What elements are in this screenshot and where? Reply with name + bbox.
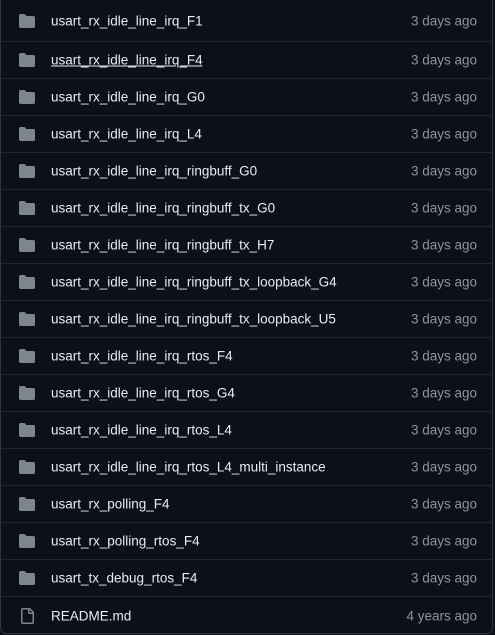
folder-link[interactable]: usart_rx_idle_line_irq_rtos_L4 <box>51 423 232 438</box>
folder-icon <box>19 533 35 549</box>
folder-link[interactable]: usart_tx_debug_rtos_F4 <box>51 571 197 586</box>
folder-row[interactable]: usart_rx_idle_line_irq_ringbuff_tx_loopb… <box>1 263 492 300</box>
folder-link[interactable]: usart_rx_idle_line_irq_ringbuff_tx_G0 <box>51 201 275 216</box>
folder-icon <box>19 89 35 105</box>
commit-age: 3 days ago <box>410 126 477 142</box>
commit-age: 3 days ago <box>410 348 477 364</box>
folder-row[interactable]: usart_rx_idle_line_irq_ringbuff_tx_loopb… <box>1 300 492 337</box>
commit-age: 3 days ago <box>410 385 477 401</box>
commit-age: 3 days ago <box>410 459 477 475</box>
commit-age: 3 days ago <box>410 52 477 68</box>
commit-age: 3 days ago <box>410 570 477 586</box>
folder-icon <box>19 311 35 327</box>
folder-row[interactable]: usart_rx_idle_line_irq_F1 3 days ago <box>1 0 492 41</box>
commit-age: 3 days ago <box>410 237 477 253</box>
folder-row[interactable]: usart_rx_idle_line_irq_rtos_L4_multi_ins… <box>1 448 492 485</box>
folder-icon <box>19 13 35 29</box>
folder-row[interactable]: usart_rx_idle_line_irq_G0 3 days ago <box>1 78 492 115</box>
folder-icon <box>19 126 35 142</box>
folder-row[interactable]: usart_rx_idle_line_irq_ringbuff_G0 3 days… <box>1 152 492 189</box>
folder-icon <box>19 459 35 475</box>
folder-row[interactable]: usart_rx_idle_line_irq_L4 3 days ago <box>1 115 492 152</box>
commit-age: 3 days ago <box>410 200 477 216</box>
commit-age: 3 days ago <box>410 13 477 28</box>
folder-icon <box>19 163 35 179</box>
commit-age: 3 days ago <box>410 422 477 438</box>
folder-icon <box>19 274 35 290</box>
folder-link[interactable]: usart_rx_polling_rtos_F4 <box>51 534 200 549</box>
folder-icon <box>19 496 35 512</box>
file-link[interactable]: README.md <box>51 608 131 623</box>
folder-row[interactable]: usart_rx_idle_line_irq_ringbuff_tx_G0 3 d… <box>1 189 492 226</box>
file-list: usart_rx_idle_line_irq_F1 3 days ago usart… <box>0 0 493 634</box>
commit-age: 3 days ago <box>410 496 477 512</box>
folder-row[interactable]: usart_rx_idle_line_irq_F4 3 days ago <box>1 41 492 78</box>
commit-age: 3 days ago <box>410 89 477 105</box>
commit-age: 3 days ago <box>410 311 477 327</box>
folder-icon <box>19 422 35 438</box>
folder-link[interactable]: usart_rx_idle_line_irq_rtos_F4 <box>51 349 233 364</box>
folder-icon <box>19 385 35 401</box>
folder-link[interactable]: usart_rx_idle_line_irq_ringbuff_tx_loopb… <box>51 275 337 290</box>
folder-icon <box>19 570 35 586</box>
folder-link[interactable]: usart_rx_idle_line_irq_L4 <box>51 127 202 142</box>
commit-age: 3 days ago <box>410 163 477 179</box>
commit-age: 3 days ago <box>410 533 477 549</box>
folder-link[interactable]: usart_rx_idle_line_irq_F4 <box>51 53 203 68</box>
folder-row[interactable]: usart_rx_idle_line_irq_rtos_F4 3 days ago <box>1 337 492 374</box>
folder-link[interactable]: usart_rx_idle_line_irq_ringbuff_G0 <box>51 164 257 179</box>
file-icon <box>19 607 35 624</box>
folder-row[interactable]: usart_rx_polling_rtos_F4 3 days ago <box>1 522 492 559</box>
folder-row[interactable]: usart_rx_idle_line_irq_ringbuff_tx_H7 3 d… <box>1 226 492 263</box>
folder-link[interactable]: usart_rx_polling_F4 <box>51 497 170 512</box>
folder-link[interactable]: usart_rx_idle_line_irq_G0 <box>51 90 205 105</box>
folder-row[interactable]: usart_rx_idle_line_irq_rtos_L4 3 days ago <box>1 411 492 448</box>
folder-link[interactable]: usart_rx_idle_line_irq_rtos_G4 <box>51 386 235 401</box>
folder-icon <box>19 200 35 216</box>
folder-link[interactable]: usart_rx_idle_line_irq_ringbuff_tx_H7 <box>51 238 274 253</box>
folder-row[interactable]: usart_rx_polling_F4 3 days ago <box>1 485 492 522</box>
folder-icon <box>19 237 35 253</box>
folder-icon <box>19 52 35 68</box>
folder-icon <box>19 348 35 364</box>
folder-link[interactable]: usart_rx_idle_line_irq_rtos_L4_multi_ins… <box>51 460 326 475</box>
commit-age: 4 years ago <box>406 608 477 623</box>
commit-age: 3 days ago <box>410 274 477 290</box>
folder-link[interactable]: usart_rx_idle_line_irq_ringbuff_tx_loopb… <box>51 312 336 327</box>
folder-row[interactable]: usart_rx_idle_line_irq_rtos_G4 3 days ago <box>1 374 492 411</box>
folder-row[interactable]: usart_tx_debug_rtos_F4 3 days ago <box>1 559 492 596</box>
file-row[interactable]: README.md 4 years ago <box>1 596 492 634</box>
folder-link[interactable]: usart_rx_idle_line_irq_F1 <box>51 13 203 28</box>
